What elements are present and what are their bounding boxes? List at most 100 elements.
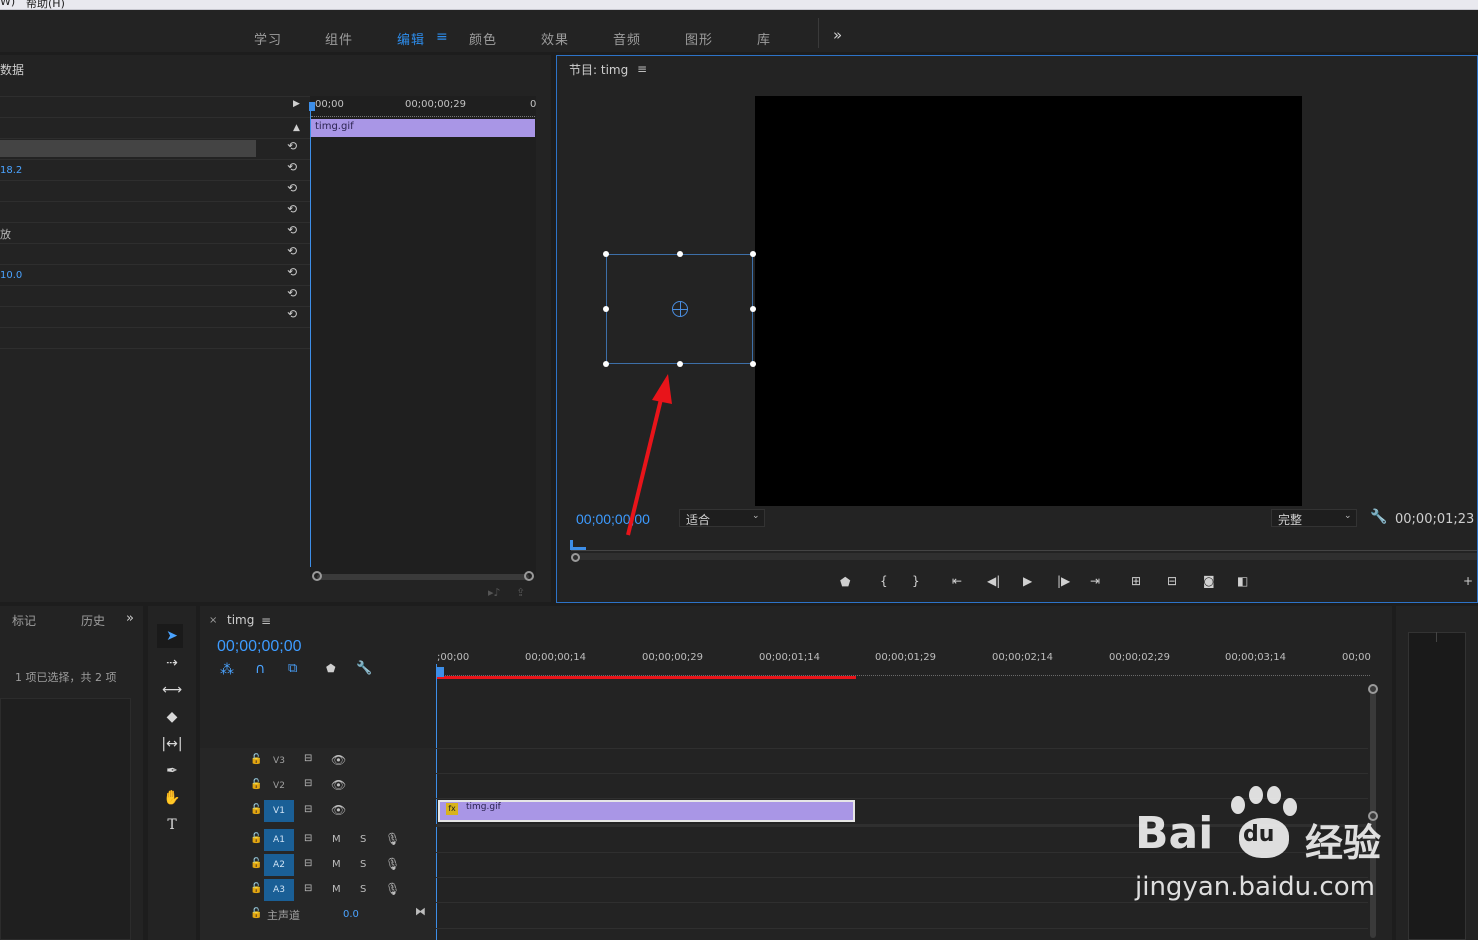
workspace-tab-assembly[interactable]: 组件 (325, 29, 353, 48)
sync-icon[interactable]: ⊟ (304, 778, 312, 789)
monitor-zoom-bar[interactable] (571, 553, 1477, 560)
mute-button[interactable]: M (332, 834, 341, 845)
track-label-v3[interactable]: V3 (264, 750, 294, 772)
solo-button[interactable]: S (360, 834, 366, 845)
zoom-handle[interactable] (571, 553, 580, 562)
transform-handle[interactable] (750, 361, 756, 367)
extract-icon[interactable]: ⊟ (1167, 574, 1177, 588)
add-marker-icon[interactable]: ⬟ (840, 575, 850, 589)
workspace-tab-audio[interactable]: 音频 (613, 29, 641, 48)
reset-icon[interactable]: ⟲ (287, 139, 297, 153)
workspace-tab-effects[interactable]: 效果 (541, 29, 569, 48)
snap-icon[interactable]: ∩ (255, 661, 265, 677)
eye-icon[interactable]: 👁 (331, 753, 346, 767)
workspace-more-icon[interactable]: » (833, 26, 843, 44)
quality-select[interactable]: 完整 ⌄ (1271, 509, 1357, 527)
scroll-handle-right[interactable] (524, 571, 534, 581)
export-audio-icon[interactable]: ▸♪ (488, 586, 501, 599)
horizontal-scrollbar[interactable] (317, 574, 529, 580)
tab-markers[interactable]: 标记 (12, 612, 36, 629)
export-icon[interactable]: ⇪ (516, 586, 525, 599)
sync-icon[interactable]: ⊟ (304, 833, 312, 844)
reset-icon[interactable]: ⟲ (287, 307, 297, 321)
track-label-v1[interactable]: V1 (264, 800, 294, 822)
scroll-handle-top[interactable] (1368, 684, 1378, 694)
microphone-icon[interactable]: 🎙 (385, 857, 400, 871)
reset-icon[interactable]: ⟲ (287, 223, 297, 237)
transform-handle[interactable] (677, 361, 683, 367)
playhead-handle[interactable] (309, 102, 315, 111)
play-icon[interactable]: ▶ (1023, 574, 1032, 588)
panel-menu-icon[interactable]: ≡ (261, 614, 271, 628)
linked-selection-icon[interactable]: ⧉ (288, 661, 297, 676)
mute-button[interactable]: M (332, 859, 341, 870)
more-tabs-icon[interactable]: » (126, 611, 134, 626)
timeline-ruler[interactable]: ;00;00 00;00;00;14 00;00;00;29 00;00;01;… (436, 650, 1371, 680)
fit-select[interactable]: 适合 ⌄ (679, 509, 765, 527)
menu-item-help[interactable]: 帮助(H) (26, 0, 65, 9)
sync-icon[interactable]: ⊟ (304, 858, 312, 869)
workspace-menu-icon[interactable]: ≡ (436, 29, 449, 45)
lock-icon[interactable]: 🔓 (250, 858, 262, 869)
transform-handle[interactable] (603, 361, 609, 367)
panel-menu-icon[interactable]: ≡ (637, 62, 647, 76)
anchor-point-icon[interactable] (672, 301, 688, 317)
mute-button[interactable]: M (332, 884, 341, 895)
mark-in-icon[interactable]: { (880, 574, 888, 588)
track-label-v2[interactable]: V2 (264, 775, 294, 797)
track-label-a1[interactable]: A1 (264, 829, 294, 851)
sync-icon[interactable]: ⊟ (304, 883, 312, 894)
export-frame-icon[interactable]: ◙ (1203, 574, 1215, 588)
ripple-edit-tool-icon[interactable]: ⟷ (160, 679, 184, 701)
workspace-tab-libraries[interactable]: 库 (757, 29, 771, 48)
transform-handle[interactable] (677, 251, 683, 257)
pen-tool-icon[interactable]: ✒ (160, 760, 184, 782)
expand-arrow-icon[interactable]: ▶ (293, 99, 300, 109)
comparison-view-icon[interactable]: ◧ (1237, 574, 1248, 588)
workspace-tab-graphics[interactable]: 图形 (685, 29, 713, 48)
workspace-tab-color[interactable]: 颜色 (469, 29, 497, 48)
track-label-a3[interactable]: A3 (264, 879, 294, 901)
microphone-icon[interactable]: 🎙 (385, 882, 400, 896)
lock-icon[interactable]: 🔓 (250, 754, 262, 765)
track-label-a2[interactable]: A2 (264, 854, 294, 876)
monitor-time-ruler[interactable] (571, 541, 1477, 551)
slip-tool-icon[interactable]: |↔| (160, 733, 184, 755)
add-marker-icon[interactable]: ⬟ (326, 662, 336, 675)
eye-icon[interactable]: 👁 (331, 803, 346, 817)
sync-icon[interactable]: ⊟ (304, 753, 312, 764)
collapse-arrow-icon[interactable]: ▲ (293, 123, 300, 133)
timeline-clip[interactable]: fx timg.gif (438, 800, 855, 822)
value-field[interactable]: 18.2 (0, 165, 22, 176)
timeline-timecode[interactable]: 00;00;00;00 (217, 638, 302, 656)
lock-icon[interactable]: 🔓 (250, 908, 262, 919)
step-back-icon[interactable]: ◀| (987, 574, 1000, 588)
lock-icon[interactable]: 🔓 (250, 779, 262, 790)
razor-tool-icon[interactable]: ◆ (160, 706, 184, 728)
value-field[interactable]: 10.0 (0, 270, 22, 281)
lock-icon[interactable]: 🔓 (250, 883, 262, 894)
tab-history[interactable]: 历史 (81, 612, 105, 629)
selection-tool-icon[interactable]: ➤ (160, 625, 184, 647)
workspace-tab-editing[interactable]: 编辑 (397, 29, 425, 48)
hand-tool-icon[interactable]: ✋ (160, 787, 184, 809)
blend-slider[interactable] (0, 140, 256, 157)
reset-icon[interactable]: ⟲ (287, 181, 297, 195)
go-to-in-icon[interactable]: ⇤ (952, 574, 962, 588)
sync-icon[interactable]: ⊟ (304, 804, 312, 815)
lock-icon[interactable]: 🔓 (250, 804, 262, 815)
master-volume-value[interactable]: 0.0 (343, 909, 359, 920)
microphone-icon[interactable]: 🎙 (385, 832, 400, 846)
workspace-tab-learn[interactable]: 学习 (254, 29, 282, 48)
lift-icon[interactable]: ⊞ (1131, 574, 1141, 588)
go-to-edit-icon[interactable]: ⧓ (415, 905, 426, 918)
go-to-out-icon[interactable]: ⇥ (1090, 574, 1100, 588)
transform-handle[interactable] (750, 306, 756, 312)
reset-icon[interactable]: ⟲ (287, 286, 297, 300)
nest-icon[interactable]: ⁂ (220, 662, 234, 678)
monitor-playhead[interactable] (570, 540, 586, 550)
sequence-tab[interactable]: timg (227, 613, 254, 627)
menu-item-window[interactable]: W) (0, 0, 15, 8)
reset-icon[interactable]: ⟲ (287, 202, 297, 216)
type-tool-icon[interactable]: T (160, 814, 184, 836)
